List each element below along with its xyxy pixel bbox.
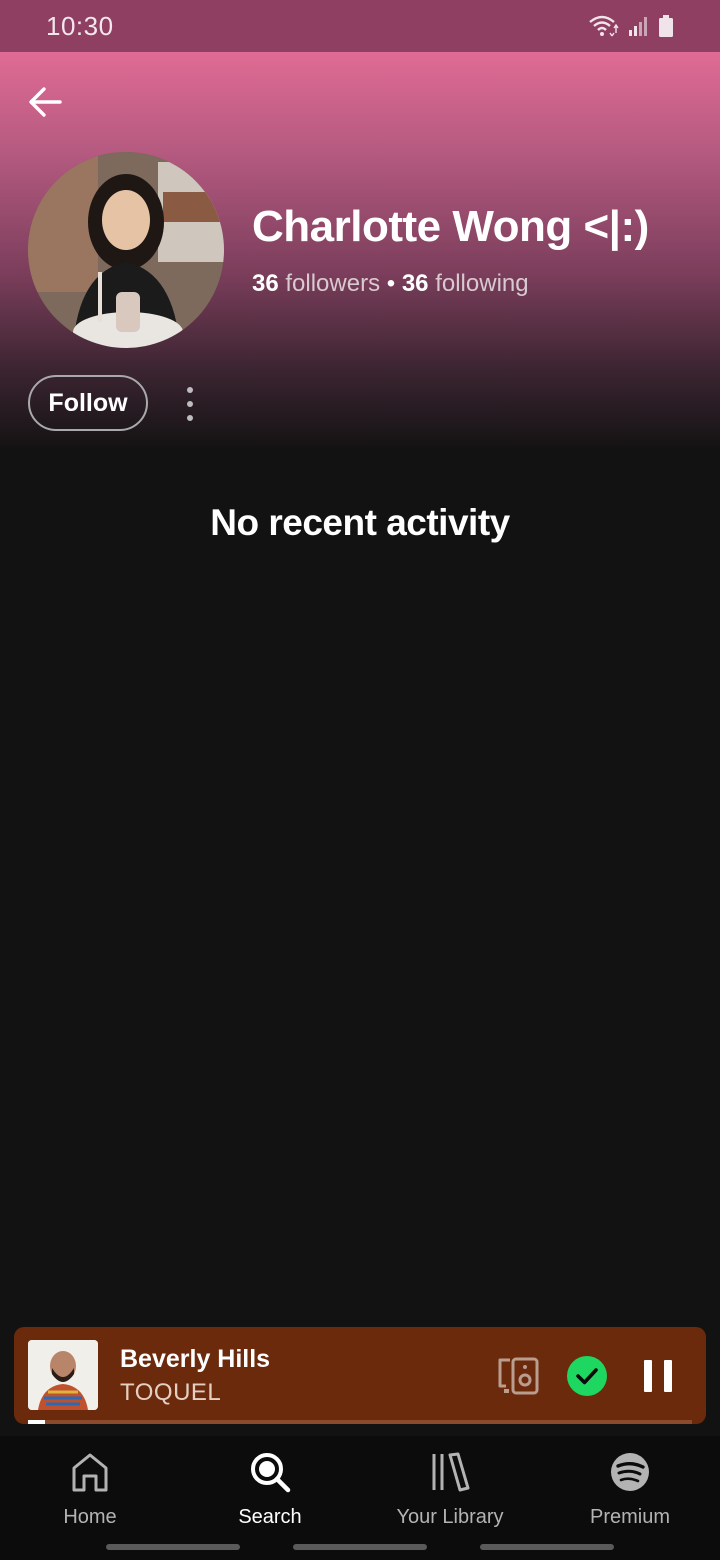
empty-state-message: No recent activity [210,502,510,543]
status-time: 10:30 [46,10,114,41]
mini-player[interactable]: Beverly Hills TOQUEL [14,1327,706,1424]
album-art-image [28,1340,98,1410]
following-label[interactable]: following [435,270,528,297]
nav-library-label: Your Library [396,1506,504,1528]
back-arrow-icon[interactable] [26,82,66,122]
album-art [28,1340,98,1410]
nav-home[interactable]: Home [0,1450,180,1540]
stats-separator: • [386,270,396,297]
track-artist[interactable]: TOQUEL [120,1379,221,1407]
more-options-icon[interactable] [174,382,206,426]
check-icon [576,1368,598,1385]
signal-icon [629,17,647,36]
profile-stats: 36 followers • 36 following [252,270,529,298]
gesture-handle-left [106,1544,240,1550]
liked-check-button[interactable] [567,1356,607,1396]
avatar-photo [28,152,224,348]
playback-progress-fill [28,1420,45,1424]
nav-premium-label: Premium [589,1506,670,1528]
gesture-handle-center [293,1544,427,1550]
followers-label[interactable]: followers [285,270,380,297]
app-root: 10:30 Charlotte Wong <|:) 36 followers •… [0,0,720,1560]
profile-avatar[interactable] [28,152,224,348]
follow-button[interactable]: Follow [28,375,148,431]
nav-home-label: Home [63,1506,117,1528]
wifi-icon [589,15,619,37]
followers-count[interactable]: 36 [252,270,279,297]
search-icon [251,1453,291,1493]
nav-premium[interactable]: Premium [540,1450,720,1540]
battery-icon [659,15,673,37]
playback-progress-bar[interactable] [28,1420,692,1424]
bottom-navigation: Home Search Your Library Premium [0,1436,720,1560]
status-icons [588,14,674,38]
following-count[interactable]: 36 [402,270,429,297]
profile-name: Charlotte Wong <|:) [252,202,649,251]
gesture-handle-right [480,1544,614,1550]
nav-search[interactable]: Search [180,1450,360,1540]
track-title[interactable]: Beverly Hills [120,1345,270,1374]
home-icon [72,1453,108,1492]
nav-library[interactable]: Your Library [360,1450,540,1540]
connect-device-icon[interactable] [496,1356,540,1396]
nav-search-label: Search [238,1506,302,1528]
profile-header: Charlotte Wong <|:) 36 followers • 36 fo… [0,52,720,452]
spotify-icon [611,1453,649,1491]
status-bar: 10:30 [0,0,720,52]
library-icon [432,1452,470,1492]
pause-icon[interactable] [638,1356,678,1396]
